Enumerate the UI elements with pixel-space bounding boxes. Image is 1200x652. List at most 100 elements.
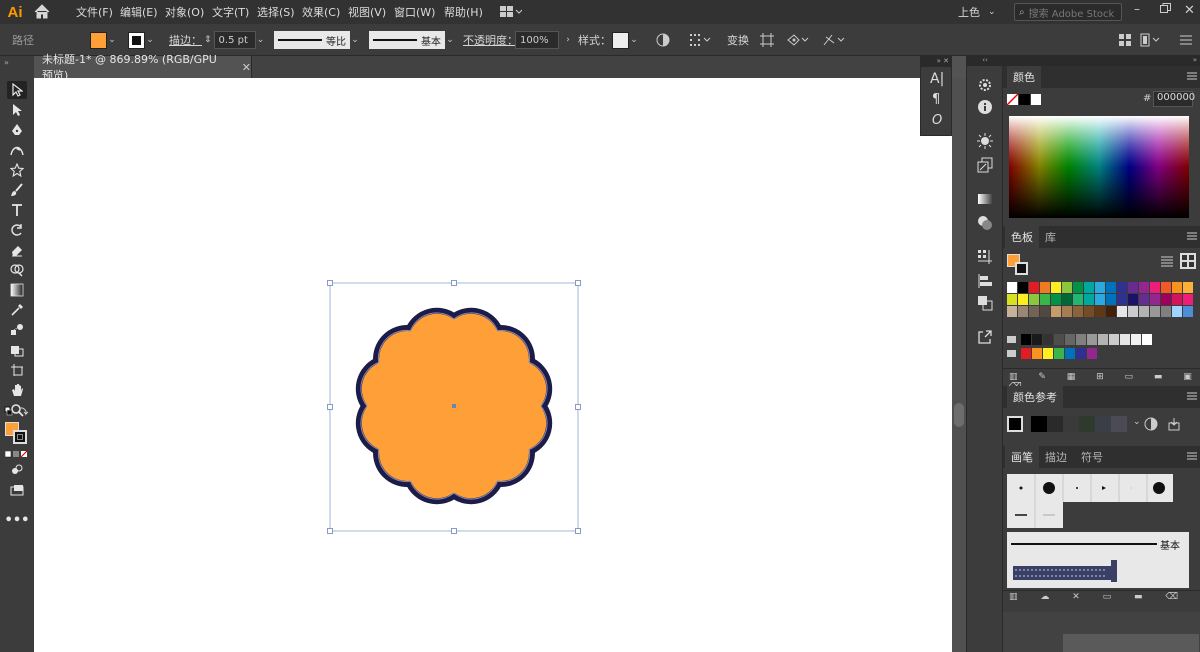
menu-help[interactable]: 帮助(H): [444, 4, 483, 20]
swatch[interactable]: [1161, 306, 1171, 317]
star-tool-icon[interactable]: [7, 161, 27, 179]
swatch[interactable]: [1139, 294, 1149, 305]
character-icon[interactable]: A|: [930, 71, 944, 87]
menu-file[interactable]: 文件(F): [76, 4, 113, 20]
pathfinder-icon[interactable]: [977, 249, 993, 265]
isolate-icon[interactable]: [760, 24, 774, 56]
vertical-scrollbar[interactable]: [952, 78, 966, 652]
gray-swatch[interactable]: [1032, 334, 1042, 345]
paintbrush-tool-icon[interactable]: [7, 181, 27, 199]
base-color-swatch[interactable]: [1007, 416, 1023, 432]
curvature-tool-icon[interactable]: [7, 141, 27, 159]
hex-input[interactable]: 000000: [1153, 91, 1195, 107]
pattern-brush-row[interactable]: [1007, 556, 1189, 588]
artboard-canvas[interactable]: [34, 78, 952, 652]
guide-swatch[interactable]: [1095, 416, 1111, 432]
direct-selection-tool-icon[interactable]: [7, 101, 27, 119]
brush-field[interactable]: 基本: [369, 31, 445, 49]
bright-swatch[interactable]: [1076, 348, 1086, 359]
swatch[interactable]: [1117, 294, 1127, 305]
live-paint-tool-icon[interactable]: [7, 341, 27, 359]
swatch[interactable]: [1018, 306, 1028, 317]
swatch[interactable]: [1073, 282, 1083, 293]
chevron-down-icon[interactable]: ⌄: [256, 31, 266, 49]
puppet-warp-icon[interactable]: [787, 24, 809, 56]
gray-swatch[interactable]: [1098, 334, 1108, 345]
folder-icon[interactable]: [1007, 336, 1016, 343]
swatch-grid[interactable]: [1007, 282, 1197, 362]
swatch[interactable]: [1051, 306, 1061, 317]
handle-top[interactable]: [451, 280, 457, 286]
chevron-right-icon[interactable]: ›: [563, 31, 573, 49]
info-icon[interactable]: [977, 99, 993, 115]
gray-swatch[interactable]: [1043, 334, 1053, 345]
swatch[interactable]: [1128, 282, 1138, 293]
menu-type[interactable]: 文字(T): [212, 4, 249, 20]
swatch[interactable]: [1161, 282, 1171, 293]
edit-colors-icon[interactable]: [1144, 417, 1158, 431]
bright-swatch[interactable]: [1065, 348, 1075, 359]
swatch[interactable]: [1139, 306, 1149, 317]
handle-right[interactable]: [575, 404, 581, 410]
basic-brush-row[interactable]: 基本: [1007, 532, 1189, 556]
guide-swatch[interactable]: [1063, 416, 1079, 432]
artboard-tool-icon[interactable]: [7, 361, 27, 379]
swatch[interactable]: [1018, 282, 1028, 293]
gradient-tool-icon[interactable]: [7, 281, 27, 299]
strip-header[interactable]: ‹‹: [967, 56, 1003, 66]
transparency-icon[interactable]: [977, 215, 993, 231]
swatch[interactable]: [1117, 282, 1127, 293]
paragraph-icon[interactable]: ¶: [932, 92, 940, 107]
swatch[interactable]: [1018, 294, 1028, 305]
swatch[interactable]: [1106, 294, 1116, 305]
swatch[interactable]: [1183, 306, 1193, 317]
gray-swatch[interactable]: [1087, 334, 1097, 345]
swatch[interactable]: [1007, 294, 1017, 305]
tab-color-guide[interactable]: 颜色参考: [1007, 386, 1063, 408]
selection-tool-icon[interactable]: [7, 81, 27, 99]
swatch[interactable]: [1150, 306, 1160, 317]
bright-swatch[interactable]: [1087, 348, 1097, 359]
dock-header[interactable]: » ✕: [921, 57, 951, 67]
bright-swatch[interactable]: [1032, 348, 1042, 359]
dock-header[interactable]: »: [1003, 56, 1200, 66]
gray-swatch[interactable]: [1076, 334, 1086, 345]
gray-swatch[interactable]: [1109, 334, 1119, 345]
swatch[interactable]: [1062, 294, 1072, 305]
swatch[interactable]: [1062, 282, 1072, 293]
folder-icon[interactable]: [1007, 350, 1016, 357]
close-window-button[interactable]: ✕: [1184, 3, 1195, 18]
swatch[interactable]: [1029, 282, 1039, 293]
fill-swatch[interactable]: [90, 31, 107, 49]
harmony-colors[interactable]: [1031, 416, 1129, 432]
stroke-swatch[interactable]: [128, 31, 145, 49]
close-tab-icon[interactable]: ✕: [242, 61, 251, 74]
swatch[interactable]: [1084, 282, 1094, 293]
document-tab[interactable]: 未标题-1* @ 869.89% (RGB/GPU 预览) ✕: [34, 53, 252, 82]
brush-library-icons[interactable]: ▥ ☁ ✕ ▭ ▬ ⌫: [1009, 592, 1188, 602]
eyedropper-tool-icon[interactable]: [7, 301, 27, 319]
swatch[interactable]: [1029, 306, 1039, 317]
blend-tool-icon[interactable]: [7, 321, 27, 339]
scroll-thumb[interactable]: [954, 403, 964, 427]
control-menu-icon[interactable]: [1180, 24, 1192, 56]
align-panel-icon[interactable]: [977, 273, 993, 289]
handle-top-left[interactable]: [327, 280, 333, 286]
guide-swatch[interactable]: [1031, 416, 1047, 432]
panel-layout-icon[interactable]: [1118, 24, 1132, 56]
panel-menu-icon[interactable]: [1187, 452, 1197, 460]
stroke-swatch[interactable]: [1015, 262, 1028, 275]
brush-definition[interactable]: 基本 ⌄: [369, 24, 455, 56]
gray-swatch[interactable]: [1065, 334, 1075, 345]
tab-stroke[interactable]: 描边: [1039, 446, 1073, 468]
brush-presets-row1[interactable]: [1007, 474, 1173, 502]
swatch[interactable]: [1007, 282, 1017, 293]
swatch[interactable]: [1150, 294, 1160, 305]
draw-mode-icon[interactable]: [7, 461, 27, 479]
rotate-tool-icon[interactable]: [7, 221, 27, 239]
stepper-icon[interactable]: ⇕: [204, 35, 212, 45]
handle-bottom-left[interactable]: [327, 528, 333, 534]
default-colors-icon[interactable]: [4, 406, 30, 418]
opentype-icon[interactable]: O: [932, 113, 942, 128]
more-tools-icon[interactable]: •••: [5, 511, 30, 529]
